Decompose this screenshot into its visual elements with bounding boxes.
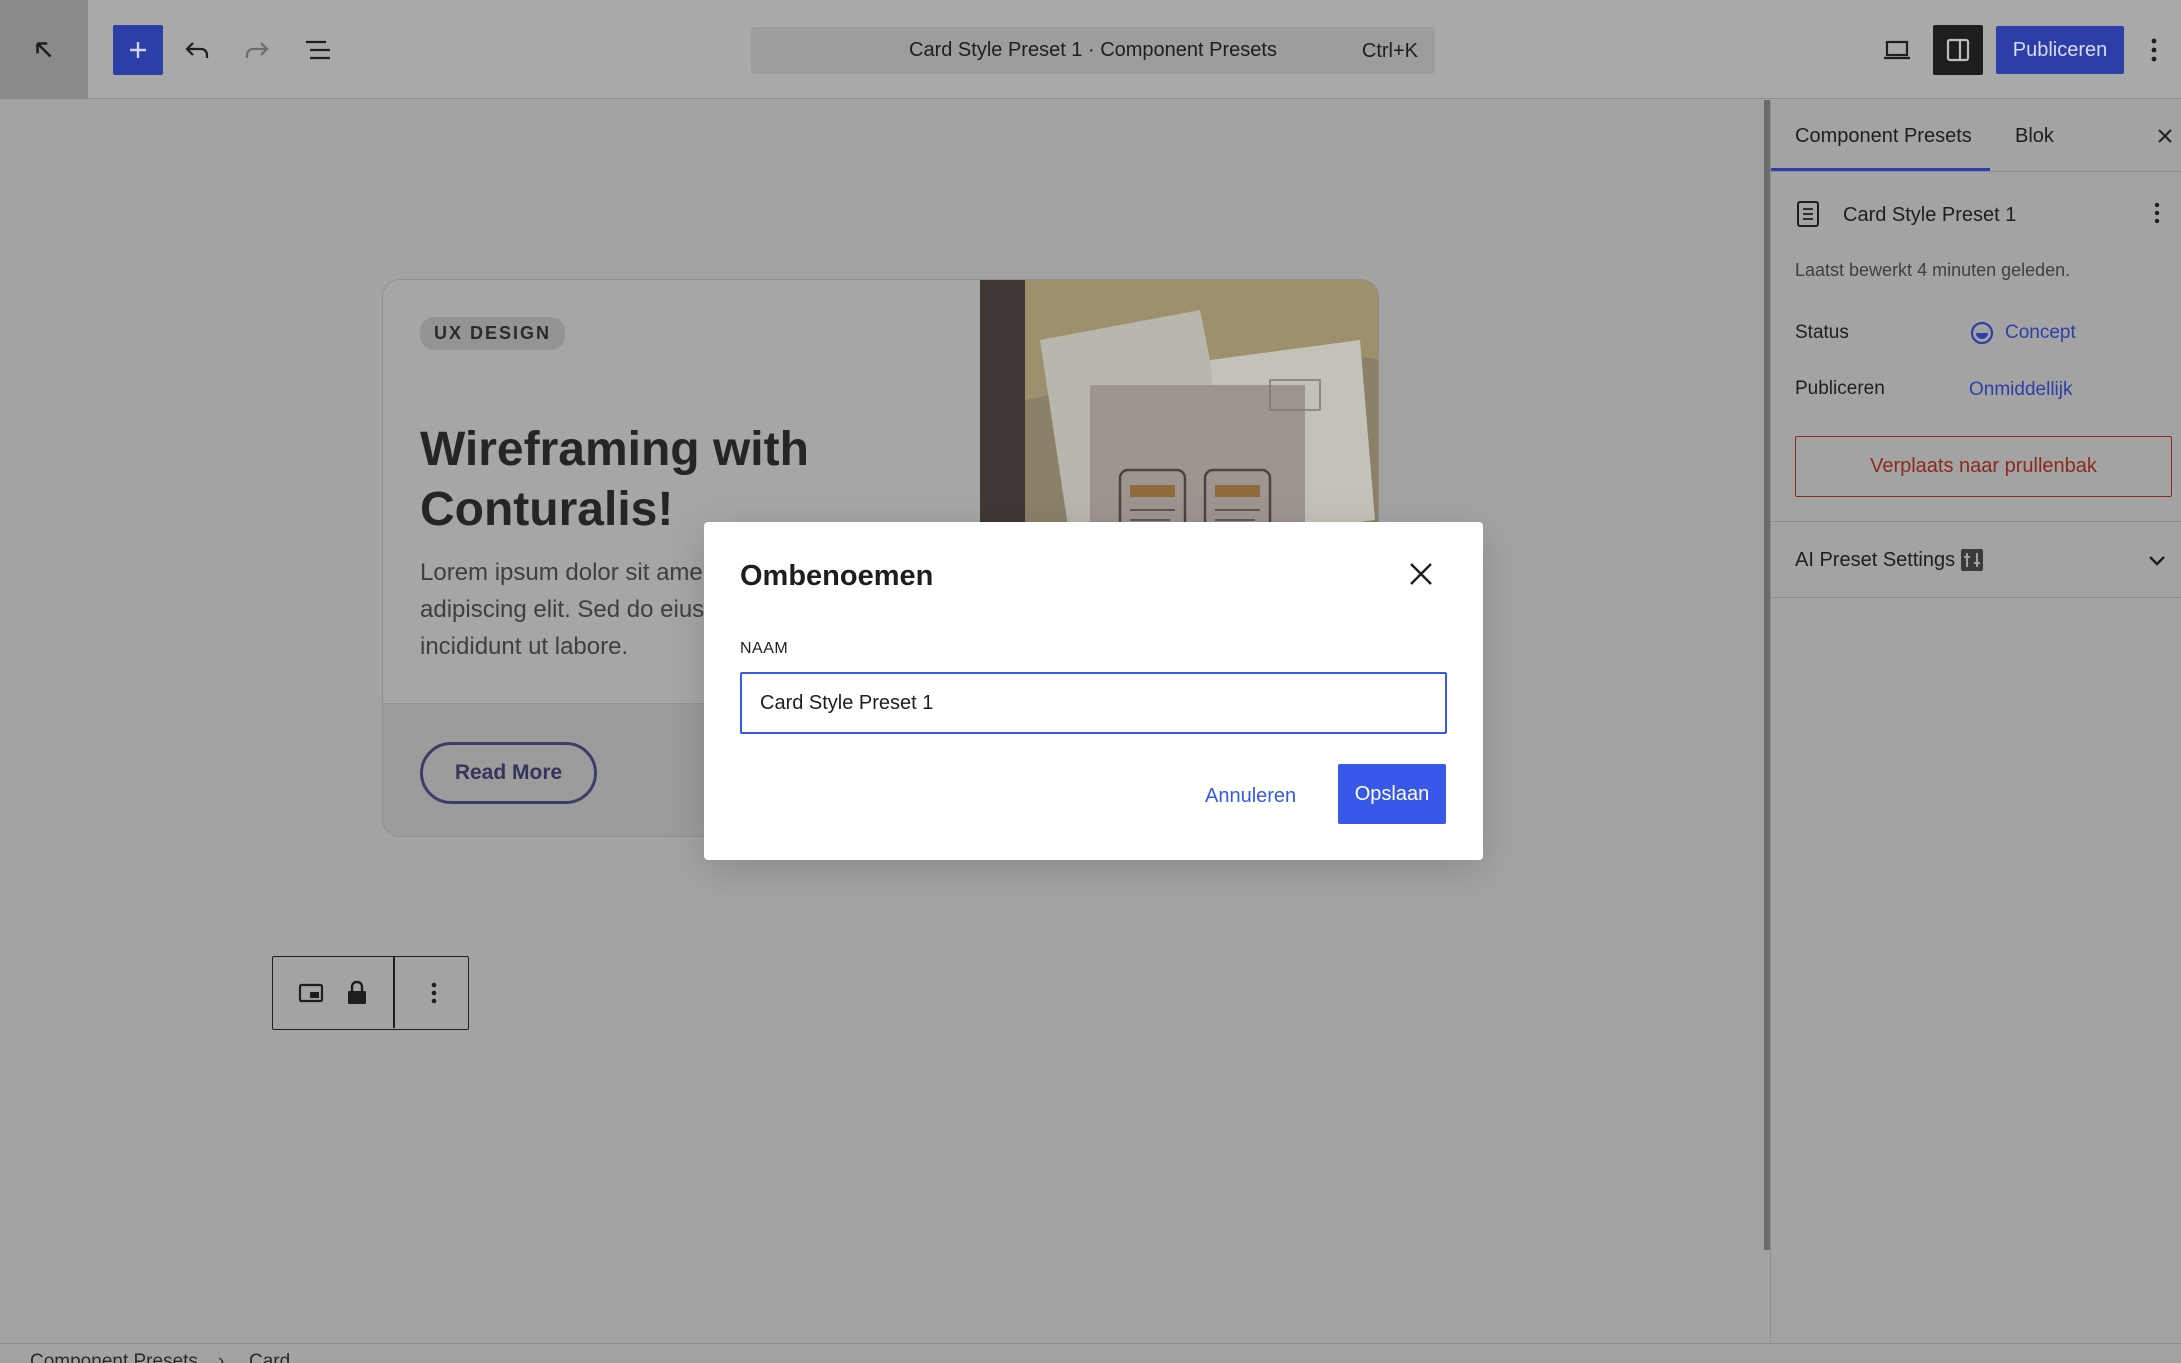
sidebar-tabs: Component Presets Blok: [1771, 100, 2181, 172]
undo-icon: [185, 42, 209, 58]
card-text-line: Lorem ipsum dolor sit ame: [420, 559, 703, 586]
breadcrumb-item-presets[interactable]: Component Presets: [30, 1351, 198, 1363]
block-card-icon: [298, 983, 324, 1002]
block-type-button[interactable]: [291, 957, 331, 1028]
lock-button[interactable]: [337, 957, 377, 1028]
redo-button[interactable]: [232, 25, 282, 75]
active-tab-indicator: [1771, 168, 1990, 171]
document-icon: [1797, 201, 1819, 227]
more-vertical-icon: [2151, 38, 2157, 62]
move-to-trash-button[interactable]: Verplaats naar prullenbak: [1795, 436, 2172, 497]
name-field-label: NAAM: [740, 640, 789, 657]
status-value: Concept: [2005, 322, 2076, 343]
options-menu-button[interactable]: [2134, 25, 2174, 75]
section-title: AI Preset Settings: [1795, 549, 1956, 571]
list-view-icon: [306, 40, 330, 60]
cancel-button[interactable]: Annuleren: [1205, 766, 1296, 826]
ai-preset-settings-panel[interactable]: AI Preset Settings: [1771, 521, 2181, 598]
breadcrumb-item-card[interactable]: Card: [249, 1351, 290, 1363]
command-shortcut: Ctrl+K: [1361, 40, 1418, 62]
card-text-line: incididunt ut labore.: [420, 633, 629, 660]
document-title: Card Style Preset 1: [1843, 204, 2017, 226]
settings-sidebar: Component Presets Blok Card Style Preset…: [1770, 100, 2181, 1343]
dialog-title: Ombenoemen: [740, 560, 934, 592]
publish-date-button[interactable]: Onmiddellijk: [1969, 379, 2072, 401]
settings-sidebar-toggle[interactable]: [1933, 25, 1983, 75]
ai-settings-icon: [1961, 549, 1983, 571]
publish-label: Publiceren: [1795, 378, 1885, 399]
tab-block[interactable]: Blok: [2015, 125, 2054, 148]
card-text[interactable]: Lorem ipsum dolor sit ame adipiscing eli…: [420, 554, 720, 665]
command-title: Card Style Preset 1 · Component Presets: [909, 39, 1277, 61]
close-icon: [1410, 563, 1432, 585]
status-value-button[interactable]: Concept: [1969, 320, 2076, 346]
document-options-button[interactable]: [2153, 200, 2161, 231]
chevron-down-icon: [2149, 556, 2165, 566]
card-text-line: adipiscing elit. Sed do eius: [420, 596, 705, 623]
close-sidebar-button[interactable]: [2151, 122, 2179, 150]
read-more-button[interactable]: Read More: [420, 742, 597, 804]
tab-component-presets[interactable]: Component Presets: [1795, 125, 1972, 148]
chevron-right-icon: ›: [218, 1351, 225, 1363]
last-edited-text: Laatst bewerkt 4 minuten geleden.: [1795, 260, 2071, 280]
draft-status-icon: [1970, 321, 1994, 345]
document-overview-button[interactable]: [294, 25, 344, 75]
editor-header: Card Style Preset 1 · Component Presets …: [0, 0, 2181, 99]
more-vertical-icon: [2154, 202, 2160, 224]
publish-button[interactable]: Publiceren: [1996, 26, 2124, 74]
block-options-button[interactable]: [409, 957, 459, 1028]
close-dialog-button[interactable]: [1401, 554, 1441, 594]
redo-icon: [245, 42, 269, 58]
category-badge: UX DESIGN: [420, 317, 566, 350]
undo-button[interactable]: [172, 25, 222, 75]
arrow-up-left-icon: [36, 41, 52, 57]
desktop-icon: [1884, 40, 1910, 60]
sidebar-icon: [1946, 38, 1970, 62]
add-block-button[interactable]: [113, 25, 163, 75]
command-palette-button[interactable]: Card Style Preset 1 · Component Presets …: [751, 27, 1435, 74]
document-summary: Card Style Preset 1: [1795, 200, 2175, 230]
back-arrow-button[interactable]: [0, 0, 88, 99]
close-icon: [2158, 129, 2172, 143]
block-toolbar: [272, 956, 469, 1030]
toolbar-divider: [393, 957, 395, 1028]
preview-button[interactable]: [1872, 25, 1922, 75]
save-button[interactable]: Opslaan: [1338, 764, 1446, 824]
block-breadcrumb: Component Presets › Card: [0, 1343, 2181, 1363]
name-input[interactable]: [740, 672, 1447, 734]
more-vertical-icon: [431, 982, 437, 1003]
status-label: Status: [1795, 322, 1849, 343]
plus-icon: [130, 42, 146, 58]
lock-icon: [348, 980, 366, 1004]
